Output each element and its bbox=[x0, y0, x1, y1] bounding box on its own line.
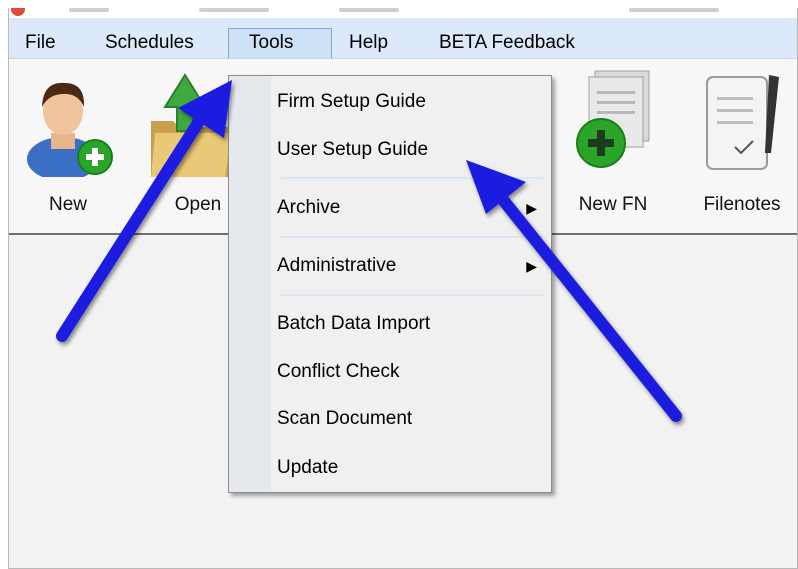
menu-separator bbox=[281, 294, 543, 296]
menu-file[interactable]: File bbox=[15, 28, 66, 58]
new-button[interactable]: New bbox=[13, 59, 123, 233]
new-fn-button[interactable]: New FN bbox=[561, 59, 671, 233]
title-text-fragment bbox=[629, 8, 719, 12]
menu-item-firm-setup-guide[interactable]: Firm Setup Guide bbox=[277, 82, 545, 122]
menu-item-administrative-label: Administrative bbox=[277, 255, 397, 276]
folder-open-icon bbox=[151, 73, 231, 177]
menu-item-conflict-check[interactable]: Conflict Check bbox=[277, 352, 545, 392]
new-fn-button-label: New FN bbox=[578, 194, 648, 215]
menu-item-scan-document[interactable]: Scan Document bbox=[277, 399, 545, 439]
title-bar bbox=[9, 8, 797, 18]
submenu-arrow-icon: ▶ bbox=[526, 258, 537, 274]
menu-tools[interactable]: Tools bbox=[228, 28, 332, 58]
menu-beta-feedback[interactable]: BETA Feedback bbox=[429, 28, 585, 58]
new-button-label: New bbox=[48, 194, 87, 215]
menu-item-archive-label: Archive bbox=[277, 197, 341, 218]
menu-item-administrative[interactable]: Administrative ▶ bbox=[277, 246, 545, 286]
submenu-arrow-icon: ▶ bbox=[526, 200, 537, 216]
filenotes-button-label: Filenotes bbox=[703, 194, 781, 215]
menu-schedules[interactable]: Schedules bbox=[95, 28, 204, 58]
menu-help[interactable]: Help bbox=[339, 28, 398, 58]
menu-separator bbox=[281, 177, 543, 179]
title-text-fragment bbox=[69, 8, 109, 12]
user-add-icon bbox=[27, 82, 113, 177]
open-button[interactable]: Open bbox=[133, 59, 243, 233]
new-filenote-icon bbox=[576, 70, 650, 168]
menu-bar: File Schedules Tools Help BETA Feedback bbox=[9, 18, 797, 59]
tools-dropdown-menu: Firm Setup Guide User Setup Guide Archiv… bbox=[228, 75, 552, 493]
filenotes-button[interactable]: Filenotes bbox=[681, 59, 791, 233]
title-text-fragment bbox=[199, 8, 269, 12]
app-icon bbox=[11, 8, 25, 16]
menu-item-batch-data-import[interactable]: Batch Data Import bbox=[277, 304, 545, 344]
menu-icon-gutter bbox=[229, 76, 271, 492]
menu-item-user-setup-guide[interactable]: User Setup Guide bbox=[277, 130, 545, 170]
menu-separator bbox=[281, 236, 543, 238]
menu-item-update[interactable]: Update bbox=[277, 448, 545, 488]
filenotes-icon bbox=[706, 75, 779, 170]
menu-item-archive[interactable]: Archive ▶ bbox=[277, 188, 545, 228]
title-text-fragment bbox=[339, 8, 399, 12]
